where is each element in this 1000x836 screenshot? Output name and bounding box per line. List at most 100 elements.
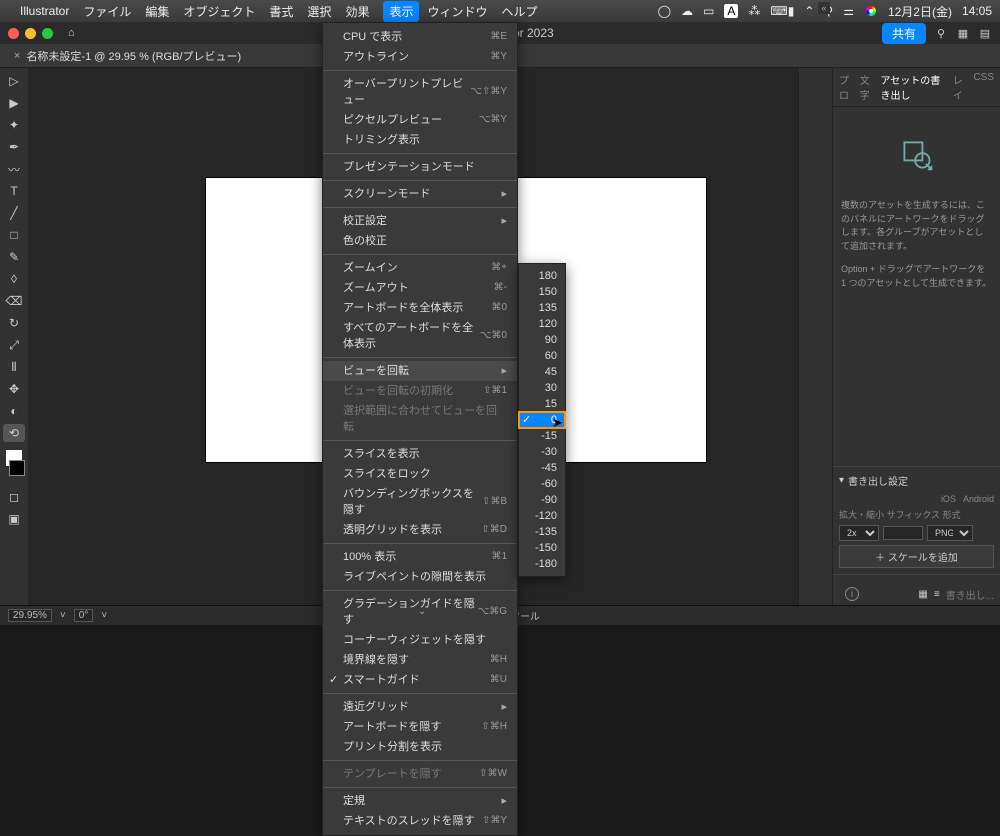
selection-tool-icon[interactable]: ▷ [3, 72, 25, 90]
menu-type[interactable]: 書式 [269, 3, 293, 20]
document-tab[interactable]: × 名称未設定-1 @ 29.95 % (RGB/プレビュー) [8, 48, 247, 64]
export-button[interactable]: 書き出し... [946, 587, 994, 602]
eraser-tool-icon[interactable]: ⌫ [3, 292, 25, 310]
menu-object[interactable]: オブジェクト [183, 3, 255, 20]
rotate-angle-option[interactable]: -180 [519, 556, 565, 572]
menu-item[interactable]: プリント分割を表示 [323, 737, 517, 757]
search-app-icon[interactable]: ⚲ [934, 26, 948, 40]
draw-mode-icon[interactable]: ◻ [3, 488, 25, 506]
rotate-angle-option[interactable]: -45 [519, 460, 565, 476]
rotate-angle-option[interactable]: -120 [519, 508, 565, 524]
shape-builder-tool-icon[interactable]: ◐ [3, 402, 25, 420]
menu-item[interactable]: アートボードを隠す⇧⌘H [323, 717, 517, 737]
menu-item[interactable]: トリミング表示 [323, 130, 517, 150]
menu-item[interactable]: 校正設定▸ [323, 211, 517, 231]
menu-window[interactable]: ウィンドウ [427, 3, 487, 20]
control-center-icon[interactable]: ⚌ [843, 4, 854, 18]
arrange-icon[interactable]: ▦ [956, 26, 970, 40]
tab-character[interactable]: 文字 [860, 72, 875, 102]
direct-selection-tool-icon[interactable]: ▶ [3, 94, 25, 112]
rotate-angle-option[interactable]: -150 [519, 540, 565, 556]
rotate-angle-option[interactable]: 135 [519, 300, 565, 316]
rotate-angle-option[interactable]: -60 [519, 476, 565, 492]
menu-edit[interactable]: 編集 [145, 3, 169, 20]
screen-mode-icon[interactable]: ▣ [3, 510, 25, 528]
width-tool-icon[interactable]: ⫴ [3, 358, 25, 376]
rotate-angle-option[interactable]: 180 [519, 268, 565, 284]
menu-item[interactable]: アウトライン⌘Y [323, 47, 517, 67]
panel-collapse-icon[interactable]: « [818, 2, 830, 14]
tab-asset-export[interactable]: アセットの書き出し [881, 72, 947, 102]
rotate-angle-option[interactable]: 120 [519, 316, 565, 332]
home-icon[interactable]: ⌂ [68, 27, 75, 39]
platform-ios[interactable]: iOS [941, 494, 956, 504]
menu-item[interactable]: ピクセルプレビュー⌥⌘Y [323, 110, 517, 130]
menu-item[interactable]: スクリーンモード▸ [323, 184, 517, 204]
scale-tool-icon[interactable]: ⤢ [3, 336, 25, 354]
menu-item[interactable]: ビューを回転▸ [323, 361, 517, 381]
tab-properties[interactable]: プロ [839, 72, 854, 102]
battery-square-icon[interactable]: ▭ [703, 4, 714, 18]
menu-item[interactable]: プレゼンテーションモード [323, 157, 517, 177]
curvature-tool-icon[interactable]: 〰 [3, 160, 25, 178]
menu-item[interactable]: アートボードを全体表示⌘0 [323, 298, 517, 318]
tab-css[interactable]: CSS [973, 72, 994, 102]
menu-item[interactable]: 境界線を隠す⌘H [323, 650, 517, 670]
menubar-time[interactable]: 14:05 [962, 4, 992, 18]
cc-icon[interactable]: ◯ [658, 4, 671, 18]
menu-more-icon[interactable]: ⌄ [418, 606, 426, 617]
workspace-icon[interactable]: ▤ [978, 26, 992, 40]
type-tool-icon[interactable]: T [3, 182, 25, 200]
free-transform-tool-icon[interactable]: ✥ [3, 380, 25, 398]
menu-item[interactable]: 遠近グリッド▸ [323, 697, 517, 717]
rotate-angle-option[interactable]: 60 [519, 348, 565, 364]
rotate-angle-option[interactable]: 15 [519, 396, 565, 412]
cloud-icon[interactable]: ☁ [681, 4, 693, 18]
menu-item[interactable]: テキストのスレッドを隠す⇧⌘Y [323, 811, 517, 831]
zoom-level[interactable]: 29.95% [8, 609, 52, 622]
add-scale-button[interactable]: ＋ スケールを追加 [839, 545, 994, 568]
battery-icon[interactable]: ⌨▮ [770, 4, 794, 18]
minimize-icon[interactable] [25, 28, 36, 39]
rotate-angle-option[interactable]: -15 [519, 428, 565, 444]
rotate-angle-option[interactable]: 30 [519, 380, 565, 396]
chevron-down-icon[interactable]: ▾ [839, 475, 844, 486]
info-icon[interactable]: i [845, 587, 859, 601]
grid-icon[interactable]: ▦ [918, 589, 927, 600]
rectangle-tool-icon[interactable]: □ [3, 226, 25, 244]
menu-item[interactable]: ✓スマートガイド⌘U [323, 670, 517, 690]
rotate-angle-option[interactable]: -90 [519, 492, 565, 508]
menu-item[interactable]: ライブペイントの隙間を表示 [323, 567, 517, 587]
rotate-angle-option[interactable]: 0 [519, 412, 565, 428]
menu-effect[interactable]: 効果 [345, 3, 369, 20]
pen-tool-icon[interactable]: ✒ [3, 138, 25, 156]
menu-item[interactable]: 定規▸ [323, 791, 517, 811]
brush-tool-icon[interactable]: ✎ [3, 248, 25, 266]
zoom-dropdown-icon[interactable]: ˅ [60, 610, 66, 621]
rotate-angle-option[interactable]: 90 [519, 332, 565, 348]
color-wheel-icon[interactable] [864, 4, 878, 18]
rotate-angle-option[interactable]: -135 [519, 524, 565, 540]
menu-view[interactable]: 表示 [383, 1, 419, 22]
menu-item[interactable]: ズームアウト⌘- [323, 278, 517, 298]
menu-file[interactable]: ファイル [83, 3, 131, 20]
menu-item[interactable]: コーナーウィジェットを隠す [323, 630, 517, 650]
menu-item[interactable]: 透明グリッドを表示⇧⌘D [323, 520, 517, 540]
menu-item[interactable]: スライスをロック [323, 464, 517, 484]
menu-item[interactable]: 色の校正 [323, 231, 517, 251]
menubar-date[interactable]: 12月2日(金) [888, 3, 952, 20]
menu-item[interactable]: CPU で表示⌘E [323, 27, 517, 47]
stroke-swatch[interactable] [9, 460, 25, 476]
collapsed-panel-strip[interactable] [798, 68, 832, 613]
angle-dropdown-icon[interactable]: ˅ [101, 610, 107, 621]
rotate-angle[interactable]: 0° [74, 609, 94, 622]
rotate-view-tool-icon[interactable]: ⟲ [3, 424, 25, 442]
suffix-input[interactable] [883, 526, 923, 540]
bluetooth-icon[interactable]: ⁂ [748, 4, 760, 18]
menu-select[interactable]: 選択 [307, 3, 331, 20]
rotate-angle-option[interactable]: -30 [519, 444, 565, 460]
list-icon[interactable]: ≡ [934, 589, 940, 600]
menu-help[interactable]: ヘルプ [501, 3, 537, 20]
wand-tool-icon[interactable]: ✦ [3, 116, 25, 134]
menu-item[interactable]: スライスを表示 [323, 444, 517, 464]
